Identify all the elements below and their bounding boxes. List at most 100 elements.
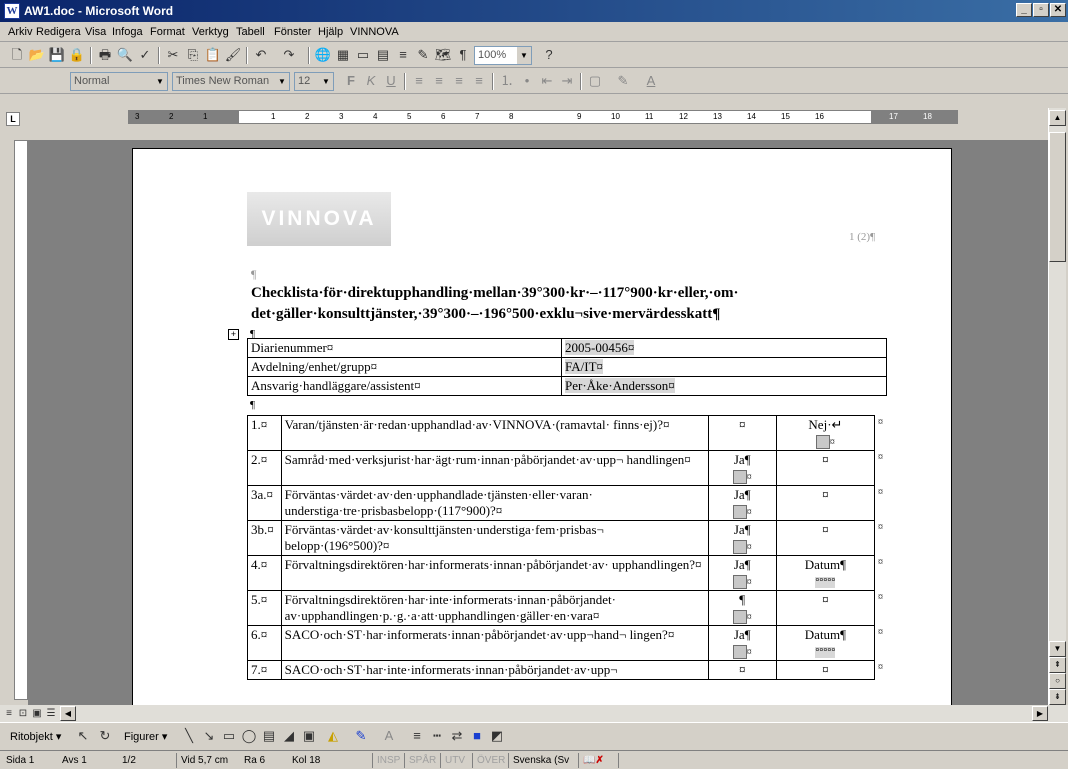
font-color-icon[interactable]: A [380, 728, 398, 744]
maximize-button[interactable]: ▫ [1033, 3, 1049, 17]
checkbox[interactable] [732, 575, 747, 590]
menu-redigera[interactable]: Redigera [36, 26, 81, 38]
help-icon[interactable]: ? [540, 47, 558, 63]
word-icon[interactable]: W [4, 3, 20, 19]
line-color-icon[interactable]: ✎ [352, 728, 370, 744]
rotate-icon[interactable]: ↻ [96, 728, 114, 744]
line-icon[interactable]: ╲ [180, 728, 198, 744]
tab-selector[interactable]: L [6, 112, 20, 126]
scroll-thumb[interactable] [1049, 132, 1066, 262]
status-insp[interactable]: INSP [372, 753, 400, 768]
insert-excel-icon[interactable]: ▤ [374, 47, 392, 63]
checkbox[interactable] [732, 540, 747, 555]
scroll-left-icon[interactable]: ◀ [60, 706, 76, 721]
cut-icon[interactable]: ✂ [164, 47, 182, 63]
status-over[interactable]: ÖVER [472, 753, 505, 768]
rectangle-icon[interactable]: ▭ [220, 728, 238, 744]
checkbox[interactable] [815, 435, 830, 450]
oval-icon[interactable]: ◯ [240, 728, 258, 744]
copy-icon[interactable]: ⎘ [184, 47, 202, 63]
outline-view-icon[interactable]: ☰ [44, 706, 58, 722]
clipart-icon[interactable]: ▣ [300, 728, 318, 744]
checkbox[interactable] [732, 470, 747, 485]
border-icon[interactable]: ▢ [586, 73, 604, 89]
tables-borders-icon[interactable]: ▦ [334, 47, 352, 63]
ruler-bar[interactable]: 3 2 1 1 2 3 4 5 6 7 8 9 10 11 12 13 14 1… [128, 110, 958, 124]
font-select[interactable]: Times New Roman ▼ [172, 72, 290, 91]
checkbox[interactable] [732, 645, 747, 660]
justify-icon[interactable]: ≡ [470, 73, 488, 89]
vertical-ruler[interactable] [14, 140, 28, 700]
print-icon[interactable]: 🖶 [96, 47, 114, 63]
info-value[interactable]: FA/IT¤ [561, 357, 887, 377]
shadow-icon[interactable]: ■ [468, 728, 486, 744]
line-style-icon[interactable]: ≡ [408, 728, 426, 744]
menu-infoga[interactable]: Infoga [112, 26, 143, 38]
scroll-up-icon[interactable]: ▲ [1049, 110, 1066, 126]
bullets-icon[interactable]: • [518, 73, 536, 89]
info-value[interactable]: 2005-00456¤ [561, 338, 887, 358]
menu-format[interactable]: Format [150, 26, 185, 38]
horizontal-scrollbar[interactable]: ≡ ⊡ ▣ ☰ ◀ ▶ [0, 705, 1068, 722]
drawing-icon[interactable]: ✎ [414, 47, 432, 63]
close-button[interactable]: ✕ [1050, 3, 1066, 17]
text-box-icon[interactable]: ▤ [260, 728, 278, 744]
wordart-icon[interactable]: ◢ [280, 728, 298, 744]
align-left-icon[interactable]: ≡ [410, 73, 428, 89]
menu-tabell[interactable]: Tabell [236, 26, 265, 38]
menu-visa[interactable]: Visa [85, 26, 106, 38]
numbering-icon[interactable]: ⒈ [498, 73, 516, 89]
spelling-status-icon[interactable]: 📖✗ [578, 753, 604, 768]
save-icon[interactable]: 💾 [48, 47, 66, 63]
arrow-style-icon[interactable]: ⇄ [448, 728, 466, 744]
zoom-select[interactable]: 100% ▼ [474, 46, 532, 65]
permission-icon[interactable]: 🔒 [68, 47, 86, 63]
decrease-indent-icon[interactable]: ⇤ [538, 73, 556, 89]
print-preview-icon[interactable]: 🔍 [116, 47, 134, 63]
3d-icon[interactable]: ◩ [488, 728, 506, 744]
select-objects-icon[interactable]: ↖ [74, 728, 92, 744]
figurer-menu[interactable]: Figurer ▾ [124, 730, 167, 743]
increase-indent-icon[interactable]: ⇥ [558, 73, 576, 89]
bold-icon[interactable]: F [342, 73, 360, 89]
size-select[interactable]: 12 ▼ [294, 72, 334, 91]
next-page-icon[interactable]: ⇟ [1049, 689, 1066, 705]
document-page[interactable]: VINNOVA 1 (2)¶ ¶ Checklista·för·direktup… [132, 148, 952, 705]
arrow-icon[interactable]: ↘ [200, 728, 218, 744]
menu-arkiv[interactable]: Arkiv [8, 26, 32, 38]
document-map-icon[interactable]: 🗺 [434, 47, 452, 63]
show-hide-icon[interactable]: ¶ [454, 47, 472, 63]
status-utv[interactable]: UTV [440, 753, 465, 768]
menu-verktyg[interactable]: Verktyg [192, 26, 229, 38]
print-layout-icon[interactable]: ▣ [30, 706, 44, 722]
scroll-down-icon[interactable]: ▼ [1049, 641, 1066, 657]
menu-fonster[interactable]: Fönster [274, 26, 311, 38]
web-view-icon[interactable]: ⊡ [16, 706, 30, 722]
redo-icon[interactable]: ↷ [280, 47, 298, 63]
font-color-icon[interactable]: A [642, 73, 660, 89]
insert-table-icon[interactable]: ▭ [354, 47, 372, 63]
dash-style-icon[interactable]: ┅ [428, 728, 446, 744]
format-painter-icon[interactable]: 🖌 [224, 47, 242, 63]
new-document-icon[interactable]: 🗋 [8, 47, 26, 63]
info-value[interactable]: Per·Åke·Andersson¤ [561, 376, 887, 396]
columns-icon[interactable]: ≡ [394, 47, 412, 63]
italic-icon[interactable]: K [362, 73, 380, 89]
ritobjekt-menu[interactable]: Ritobjekt ▾ [10, 730, 61, 743]
hyperlink-icon[interactable]: 🌐 [314, 47, 332, 63]
spelling-icon[interactable]: ✓ [136, 47, 154, 63]
status-language[interactable]: Svenska (Sv [508, 753, 569, 768]
fill-color-icon[interactable]: ◭ [324, 728, 342, 744]
underline-icon[interactable]: U [382, 73, 400, 89]
date-field[interactable]: °°°°° [815, 577, 836, 589]
style-select[interactable]: Normal ▼ [70, 72, 168, 91]
normal-view-icon[interactable]: ≡ [2, 706, 16, 722]
checkbox[interactable] [732, 505, 747, 520]
status-spar[interactable]: SPÅR [404, 753, 436, 768]
checkbox[interactable] [732, 610, 747, 625]
table-move-handle-icon[interactable]: + [228, 329, 239, 340]
open-folder-icon[interactable]: 📂 [28, 47, 46, 63]
vertical-scrollbar[interactable]: ▲ ▼ ⇞ ○ ⇟ [1048, 108, 1066, 705]
highlight-icon[interactable]: ✎ [614, 73, 632, 89]
minimize-button[interactable]: _ [1016, 3, 1032, 17]
